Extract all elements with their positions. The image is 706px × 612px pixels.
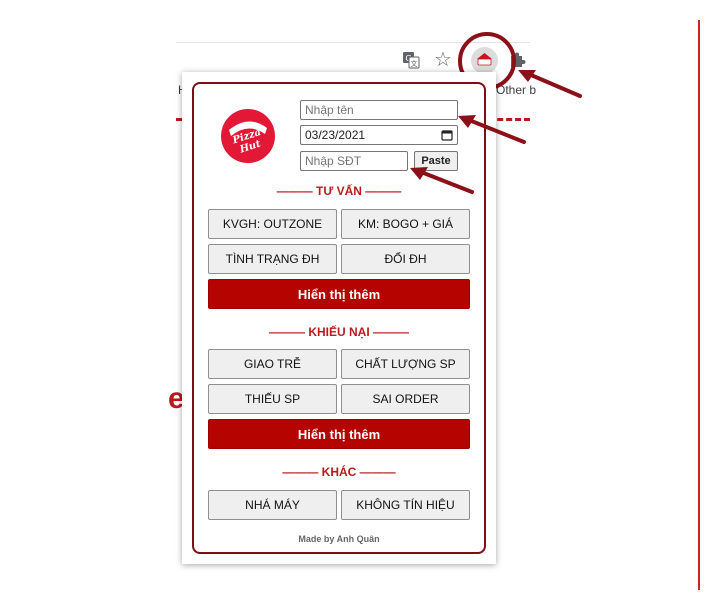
name-input[interactable]	[300, 100, 458, 120]
page-red-border-line	[698, 20, 700, 590]
order-status-button[interactable]: TÌNH TRẠNG ĐH	[208, 244, 337, 274]
section-heading-tu-van: ——— TƯ VẤN ———	[276, 184, 402, 198]
tu-van-show-more-button[interactable]: Hiển thị thêm	[208, 279, 470, 309]
product-quality-button[interactable]: CHẤT LƯỢNG SP	[341, 349, 470, 379]
date-input[interactable]: 03/23/2021	[300, 125, 458, 145]
kvgh-outzone-button[interactable]: KVGH: OUTZONE	[208, 209, 337, 239]
km-bogo-button[interactable]: KM: BOGO + GIÁ	[341, 209, 470, 239]
pizza-hut-logo: Pizza Hut	[221, 109, 275, 163]
missed-call-button[interactable]: NHÁ MÁY	[208, 490, 337, 520]
date-value: 03/23/2021	[305, 128, 366, 142]
section-heading-khieu-nai: ——— KHIẾU NẠI ———	[268, 325, 409, 339]
calendar-icon[interactable]	[441, 129, 453, 141]
change-order-button[interactable]: ĐỔI ĐH	[341, 244, 470, 274]
no-signal-button[interactable]: KHÔNG TÍN HIỆU	[341, 490, 470, 520]
svg-text:文: 文	[411, 59, 418, 68]
wrong-order-button[interactable]: SAI ORDER	[341, 384, 470, 414]
star-icon[interactable]: ☆	[434, 48, 454, 70]
made-by-credit: Made by Anh Quân	[298, 534, 380, 544]
missing-product-button[interactable]: THIẾU SP	[208, 384, 337, 414]
paste-button[interactable]: Paste	[414, 151, 458, 171]
section-heading-khac: ——— KHÁC ———	[282, 465, 396, 479]
phone-input[interactable]	[300, 151, 408, 171]
translate-icon[interactable]: G 文	[402, 51, 420, 69]
khieu-nai-show-more-button[interactable]: Hiển thị thêm	[208, 419, 470, 449]
late-delivery-button[interactable]: GIAO TRỄ	[208, 349, 337, 379]
